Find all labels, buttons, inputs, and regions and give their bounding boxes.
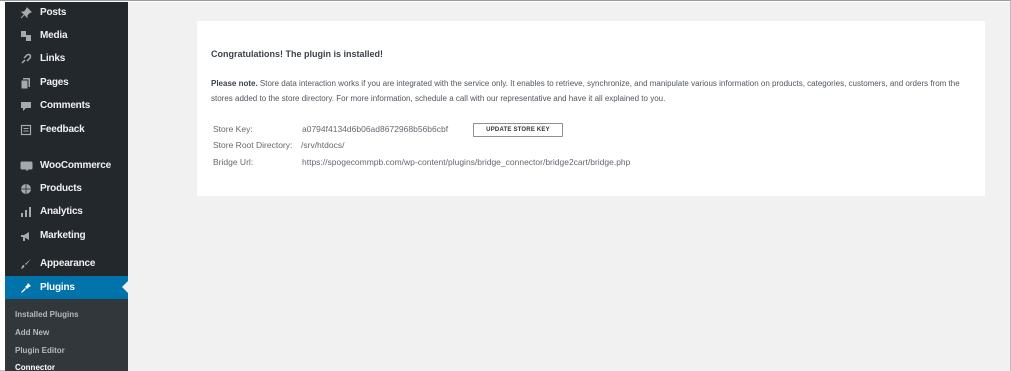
feedback-icon bbox=[16, 124, 36, 136]
store-key-value: a0794f4134d6b06ad8672968b56b6cbf bbox=[302, 124, 449, 134]
notice-text: Please note. Store data interaction work… bbox=[211, 76, 971, 106]
sidebar-item-label: Analytics bbox=[40, 206, 83, 217]
media-icon bbox=[16, 30, 36, 42]
appearance-icon bbox=[16, 258, 36, 270]
sidebar-item-label: Feedback bbox=[40, 124, 85, 135]
sidebar-item-media[interactable]: Media bbox=[5, 24, 128, 47]
sidebar-item-label: Appearance bbox=[40, 258, 96, 269]
sidebar-item-plugins[interactable]: Plugins bbox=[5, 276, 128, 299]
sidebar-item-marketing[interactable]: Marketing bbox=[5, 224, 128, 247]
plugins-icon bbox=[16, 282, 36, 294]
sidebar-item-appearance[interactable]: Appearance bbox=[5, 252, 128, 275]
submenu-item-connector[interactable]: Connector bbox=[15, 363, 55, 371]
marketing-icon bbox=[16, 230, 36, 242]
links-icon bbox=[16, 53, 36, 65]
sidebar-item-label: Comments bbox=[40, 100, 91, 111]
sidebar-item-woocommerce[interactable]: WooCommerce bbox=[5, 154, 128, 177]
sidebar-item-label: Posts bbox=[40, 7, 67, 18]
admin-sidebar: Posts Media Links Pages Comments Feedbac… bbox=[5, 2, 128, 371]
sidebar-item-label: Pages bbox=[40, 77, 69, 88]
submenu-item-installed-plugins[interactable]: Installed Plugins bbox=[15, 310, 79, 319]
store-root-directory-label: Store Root Directory: bbox=[213, 140, 293, 150]
pages-icon bbox=[16, 77, 36, 89]
sidebar-item-links[interactable]: Links bbox=[5, 47, 128, 70]
sidebar-item-label: Links bbox=[40, 53, 66, 64]
notice-body: Store data interaction works if you are … bbox=[211, 79, 960, 103]
notice-bold-label: Please note. bbox=[211, 79, 258, 88]
install-success-title: Congratulations! The plugin is installed… bbox=[211, 49, 384, 59]
sidebar-item-label: Marketing bbox=[40, 230, 86, 241]
store-root-directory-value: /srv/htdocs/ bbox=[301, 140, 345, 150]
store-key-label: Store Key: bbox=[213, 124, 253, 134]
submenu-item-add-new[interactable]: Add New bbox=[15, 328, 49, 337]
screenshot-frame: Posts Media Links Pages Comments Feedbac… bbox=[0, 0, 1011, 371]
pin-icon bbox=[16, 6, 36, 19]
sidebar-item-label: Products bbox=[40, 183, 82, 194]
comments-icon bbox=[16, 100, 36, 112]
store-root-directory-row: Store Root Directory: /srv/htdocs/ bbox=[213, 140, 513, 154]
sidebar-item-products[interactable]: Products bbox=[5, 177, 128, 200]
submenu-item-plugin-editor[interactable]: Plugin Editor bbox=[15, 346, 65, 355]
sidebar-item-posts[interactable]: Posts bbox=[5, 2, 128, 24]
woocommerce-icon bbox=[16, 160, 36, 172]
bridge-url-label: Bridge Url: bbox=[213, 157, 254, 167]
sidebar-item-label: Plugins bbox=[40, 282, 75, 293]
sidebar-item-feedback[interactable]: Feedback bbox=[5, 118, 128, 141]
analytics-icon bbox=[16, 206, 36, 218]
sidebar-item-label: WooCommerce bbox=[40, 160, 111, 171]
plugin-status-panel: Congratulations! The plugin is installed… bbox=[197, 21, 985, 196]
store-key-row: Store Key: a0794f4134d6b06ad8672968b56b6… bbox=[213, 124, 473, 138]
bridge-url-row: Bridge Url: https://spogecommpb.com/wp-c… bbox=[213, 157, 913, 171]
sidebar-item-pages[interactable]: Pages bbox=[5, 71, 128, 94]
sidebar-item-comments[interactable]: Comments bbox=[5, 94, 128, 117]
sidebar-item-label: Media bbox=[40, 30, 68, 41]
sidebar-item-analytics[interactable]: Analytics bbox=[5, 200, 128, 223]
update-store-key-button[interactable]: UPDATE STORE KEY bbox=[473, 123, 563, 137]
plugins-submenu: Installed Plugins Add New Plugin Editor … bbox=[5, 299, 128, 371]
main-content: Congratulations! The plugin is installed… bbox=[128, 2, 1010, 371]
bridge-url-value: https://spogecommpb.com/wp-content/plugi… bbox=[302, 157, 631, 167]
products-icon bbox=[16, 183, 36, 195]
